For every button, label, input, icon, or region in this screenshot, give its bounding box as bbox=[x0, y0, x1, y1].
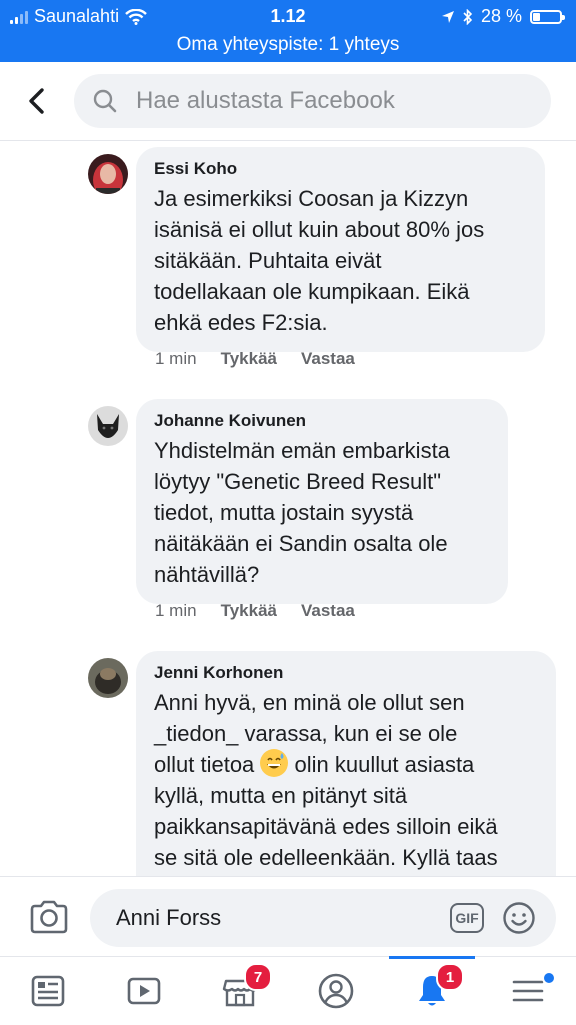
camera-icon[interactable] bbox=[28, 899, 70, 935]
comment-bubble[interactable]: Jenni Korhonen Anni hyvä, en minä ole ol… bbox=[136, 651, 556, 876]
comment-author[interactable]: Johanne Koivunen bbox=[154, 411, 490, 431]
header bbox=[0, 62, 576, 141]
avatar[interactable] bbox=[88, 406, 128, 446]
comment-actions: 1 min Tykkää Vastaa bbox=[155, 601, 355, 621]
battery-percent: 28 % bbox=[480, 6, 522, 26]
like-button[interactable]: Tykkää bbox=[221, 601, 277, 621]
comment-actions: 1 min Tykkää Vastaa bbox=[155, 349, 355, 369]
location-arrow-icon bbox=[441, 10, 454, 23]
comment-time: 1 min bbox=[155, 601, 197, 620]
search-icon bbox=[93, 89, 117, 113]
emoji-icon[interactable] bbox=[502, 901, 536, 935]
battery-icon bbox=[530, 9, 565, 24]
reply-button[interactable]: Vastaa bbox=[301, 601, 355, 621]
comment-text: Anni hyvä, en minä ole ollut sen _tiedon… bbox=[154, 687, 538, 873]
back-arrow-icon[interactable] bbox=[22, 84, 52, 118]
tab-profile[interactable] bbox=[300, 957, 372, 1025]
marketplace-badge: 7 bbox=[244, 963, 272, 991]
comment-text: Ja esimerkiksi Coosan ja Kizzyn isänisä … bbox=[154, 186, 485, 335]
gif-button[interactable]: GIF bbox=[450, 903, 484, 933]
tab-marketplace[interactable]: 7 bbox=[204, 957, 276, 1025]
tab-menu[interactable] bbox=[492, 957, 564, 1025]
news-feed-icon bbox=[31, 975, 65, 1007]
battery-level bbox=[533, 12, 540, 21]
bluetooth-icon bbox=[463, 8, 473, 25]
comment-author[interactable]: Essi Koho bbox=[154, 159, 527, 179]
tab-watch[interactable] bbox=[108, 957, 180, 1025]
tab-bar: 7 1 bbox=[0, 956, 576, 1025]
comment-bubble[interactable]: Essi Koho Ja esimerkiksi Coosan ja Kizzy… bbox=[136, 147, 545, 352]
reply-button[interactable]: Vastaa bbox=[301, 349, 355, 369]
profile-icon bbox=[318, 973, 354, 1009]
like-button[interactable]: Tykkää bbox=[221, 349, 277, 369]
comment-bubble[interactable]: Johanne Koivunen Yhdistelmän emän embark… bbox=[136, 399, 508, 604]
search-bar[interactable] bbox=[74, 74, 551, 128]
comment-author[interactable]: Jenni Korhonen bbox=[154, 663, 538, 683]
status-bar: Saunalahti 1.12 28 % Oma yhteyspiste: 1 … bbox=[0, 0, 576, 62]
grinning-sweat-emoji-icon bbox=[260, 749, 289, 777]
menu-new-dot bbox=[542, 971, 556, 985]
comment-time: 1 min bbox=[155, 349, 197, 368]
comment-input[interactable]: Anni Forss GIF bbox=[90, 889, 556, 947]
comment-composer: Anni Forss GIF bbox=[0, 876, 576, 957]
search-input[interactable] bbox=[134, 86, 518, 116]
composer-author: Anni Forss bbox=[116, 905, 222, 930]
hotspot-banner[interactable]: Oma yhteyspiste: 1 yhteys bbox=[0, 34, 576, 56]
status-icons: 28 % bbox=[441, 6, 565, 27]
avatar[interactable] bbox=[88, 154, 128, 194]
notifications-badge: 1 bbox=[436, 963, 464, 991]
avatar[interactable] bbox=[88, 658, 128, 698]
video-play-icon bbox=[127, 977, 161, 1005]
tab-news-feed[interactable] bbox=[12, 957, 84, 1025]
tab-notifications[interactable]: 1 bbox=[396, 957, 468, 1025]
comment-text: Yhdistelmän emän embarkista löytyy "Gene… bbox=[154, 438, 450, 587]
comment-thread: Essi Koho Ja esimerkiksi Coosan ja Kizzy… bbox=[0, 141, 576, 876]
